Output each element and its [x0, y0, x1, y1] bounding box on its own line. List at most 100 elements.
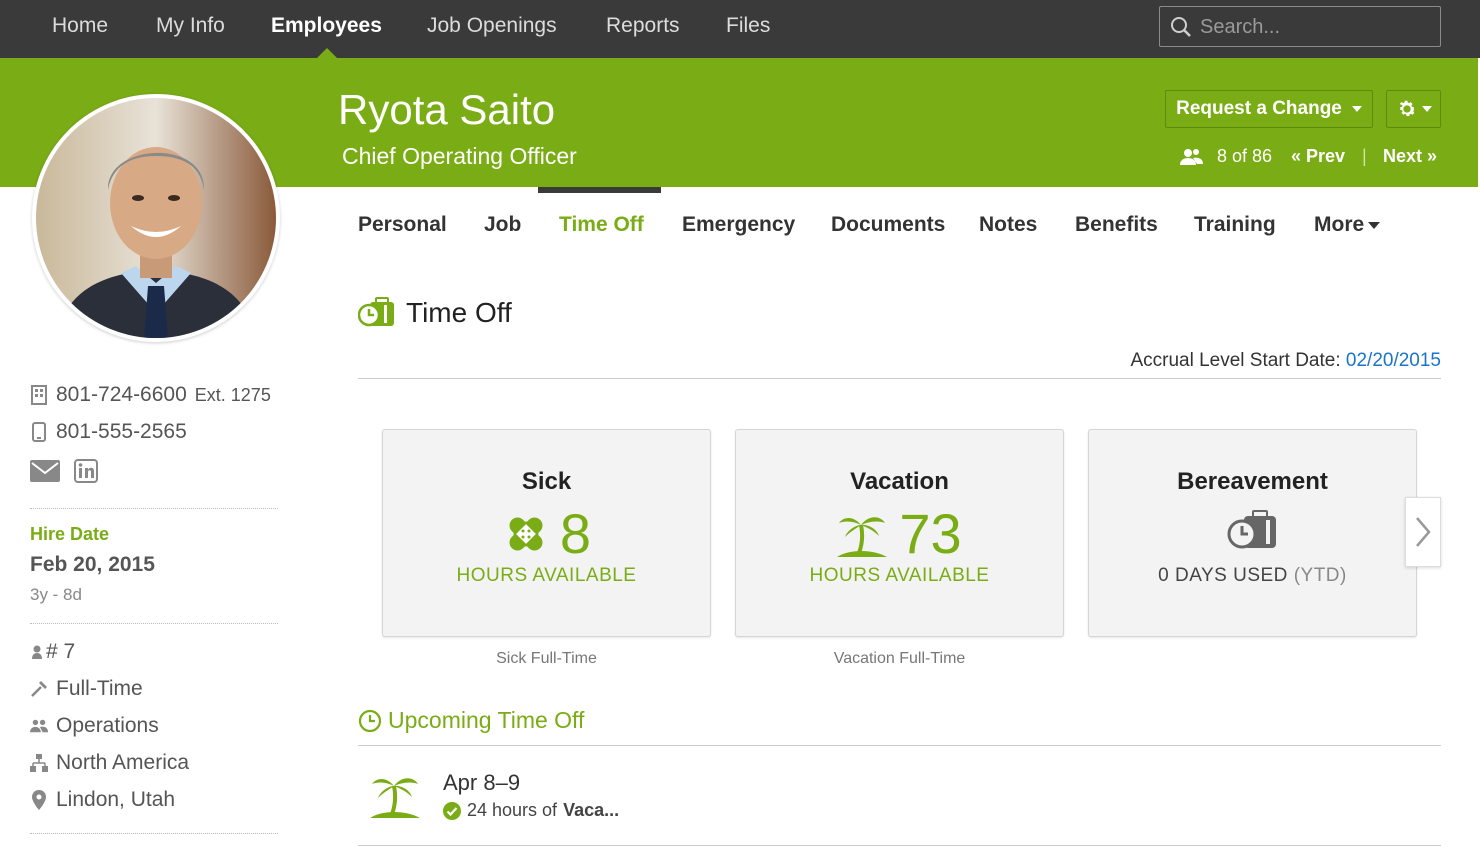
check-circle-icon	[443, 801, 461, 820]
vacation-hours: 73	[899, 502, 962, 565]
hire-tenure: 3y - 8d	[30, 585, 82, 604]
tab-emergency[interactable]: Emergency	[682, 213, 795, 237]
accrual-start: Accrual Level Start Date: 02/20/2015	[1130, 350, 1441, 372]
upcoming-detail-type: Vaca...	[563, 800, 620, 820]
vacation-card[interactable]: Vacation 73 HOURS AVAILABLE	[735, 429, 1064, 637]
time-off-icon	[358, 297, 394, 327]
avatar	[32, 94, 280, 342]
tab-training[interactable]: Training	[1194, 213, 1276, 237]
chevron-down-icon	[1351, 106, 1362, 112]
ytd-label: (YTD)	[1293, 565, 1347, 586]
employee-number: # 7	[46, 640, 76, 663]
tab-more-label: More	[1314, 213, 1365, 236]
hammer-icon	[31, 681, 47, 697]
sick-hours: 8	[559, 502, 592, 565]
hire-date: Feb 20, 2015	[30, 553, 155, 576]
sidebar-divider	[30, 508, 278, 509]
settings-button[interactable]	[1386, 90, 1441, 128]
division: North America	[56, 751, 190, 774]
section-title: Time Off	[406, 297, 512, 328]
sick-card[interactable]: Sick 8 HOURS AVAILABLE	[382, 429, 711, 637]
department: Operations	[56, 714, 159, 737]
tab-personal[interactable]: Personal	[358, 213, 447, 237]
mobile-phone[interactable]: 801-555-2565	[56, 420, 187, 444]
hire-date-label: Hire Date	[30, 524, 110, 544]
card-title: Bereavement	[1177, 468, 1328, 495]
division-row: North America	[30, 751, 189, 775]
card-subtitle: 0 DAYS USED (YTD)	[1089, 565, 1416, 587]
person-photo-icon	[36, 98, 276, 338]
card-title: Vacation	[850, 468, 949, 495]
search-box[interactable]	[1159, 6, 1441, 47]
next-link[interactable]: Next »	[1383, 146, 1437, 167]
person-icon	[32, 645, 42, 659]
sidebar-divider	[30, 833, 278, 834]
search-icon	[1171, 17, 1191, 37]
people-icon	[1180, 149, 1203, 165]
map-pin-icon	[32, 790, 46, 810]
active-tab-indicator	[538, 187, 661, 193]
tab-time-off[interactable]: Time Off	[559, 213, 644, 237]
employee-count: 8 of 86	[1217, 146, 1273, 166]
palm-tree-icon	[370, 778, 420, 818]
section-divider	[358, 845, 1441, 846]
sick-policy: Sick Full-Time	[496, 650, 597, 667]
days-used: 0 DAYS USED	[1158, 565, 1288, 586]
palm-tree-icon	[837, 517, 888, 557]
top-nav: Home My Info Employees Job Openings Repo…	[0, 0, 1480, 58]
people-icon	[30, 719, 48, 733]
tab-more[interactable]: More	[1314, 213, 1381, 237]
chevron-down-icon	[1368, 221, 1381, 229]
upcoming-date: Apr 8–9	[443, 770, 521, 795]
tab-notes[interactable]: Notes	[979, 213, 1037, 237]
nav-home[interactable]: Home	[52, 14, 108, 38]
nav-my-info[interactable]: My Info	[156, 14, 225, 38]
mobile-phone-row: 801-555-2565	[30, 420, 187, 444]
org-chart-icon	[30, 754, 48, 772]
request-change-label: Request a Change	[1176, 98, 1342, 119]
card-title: Sick	[521, 468, 572, 495]
accrual-label: Accrual Level Start Date:	[1130, 350, 1341, 371]
nav-files[interactable]: Files	[726, 14, 770, 38]
mobile-phone-icon	[32, 422, 46, 442]
card-subtitle: HOURS AVAILABLE	[809, 565, 990, 586]
clock-icon	[358, 709, 382, 733]
cards-next-button[interactable]	[1405, 497, 1441, 567]
chevron-down-icon	[1421, 106, 1432, 112]
vacation-policy: Vacation Full-Time	[833, 650, 966, 667]
section-divider	[358, 378, 1441, 379]
upcoming-detail-text: 24 hours of	[467, 800, 558, 820]
employee-title: Chief Operating Officer	[342, 143, 577, 169]
pager-separator: |	[1362, 146, 1367, 166]
email-icon[interactable]	[30, 460, 60, 482]
prev-link[interactable]: « Prev	[1291, 146, 1345, 167]
chevron-right-icon	[1416, 517, 1431, 547]
tab-documents[interactable]: Documents	[831, 213, 945, 237]
tab-job[interactable]: Job	[484, 213, 521, 237]
employment-status-row: Full-Time	[30, 677, 143, 701]
section-divider	[358, 745, 1441, 746]
work-phone-row: 801-724-6600 Ext. 1275	[30, 383, 271, 407]
department-row: Operations	[30, 714, 159, 738]
tab-benefits[interactable]: Benefits	[1075, 213, 1158, 237]
bereavement-card[interactable]: Bereavement 0 DAYS USED (YTD)	[1088, 429, 1417, 637]
search-input[interactable]	[1200, 13, 1430, 41]
gear-icon	[1399, 100, 1416, 117]
accrual-date-link[interactable]: 02/20/2015	[1346, 350, 1441, 371]
linkedin-icon[interactable]	[74, 459, 98, 483]
location-row: Lindon, Utah	[30, 788, 175, 812]
sidebar-divider	[30, 623, 278, 624]
work-phone[interactable]: 801-724-6600	[56, 383, 187, 407]
employment-status: Full-Time	[56, 677, 143, 700]
bandage-icon	[509, 517, 543, 551]
request-change-button[interactable]: Request a Change	[1165, 90, 1373, 128]
nav-employees[interactable]: Employees	[271, 14, 382, 38]
employee-number-row: # 7	[30, 640, 75, 664]
employee-name: Ryota Saito	[338, 86, 556, 133]
location: Lindon, Utah	[56, 788, 176, 811]
building-icon	[31, 385, 47, 405]
work-ext: Ext. 1275	[194, 384, 271, 405]
upcoming-detail[interactable]: 24 hours of Vaca...	[443, 800, 619, 821]
nav-job-openings[interactable]: Job Openings	[427, 14, 557, 38]
nav-reports[interactable]: Reports	[606, 14, 680, 38]
